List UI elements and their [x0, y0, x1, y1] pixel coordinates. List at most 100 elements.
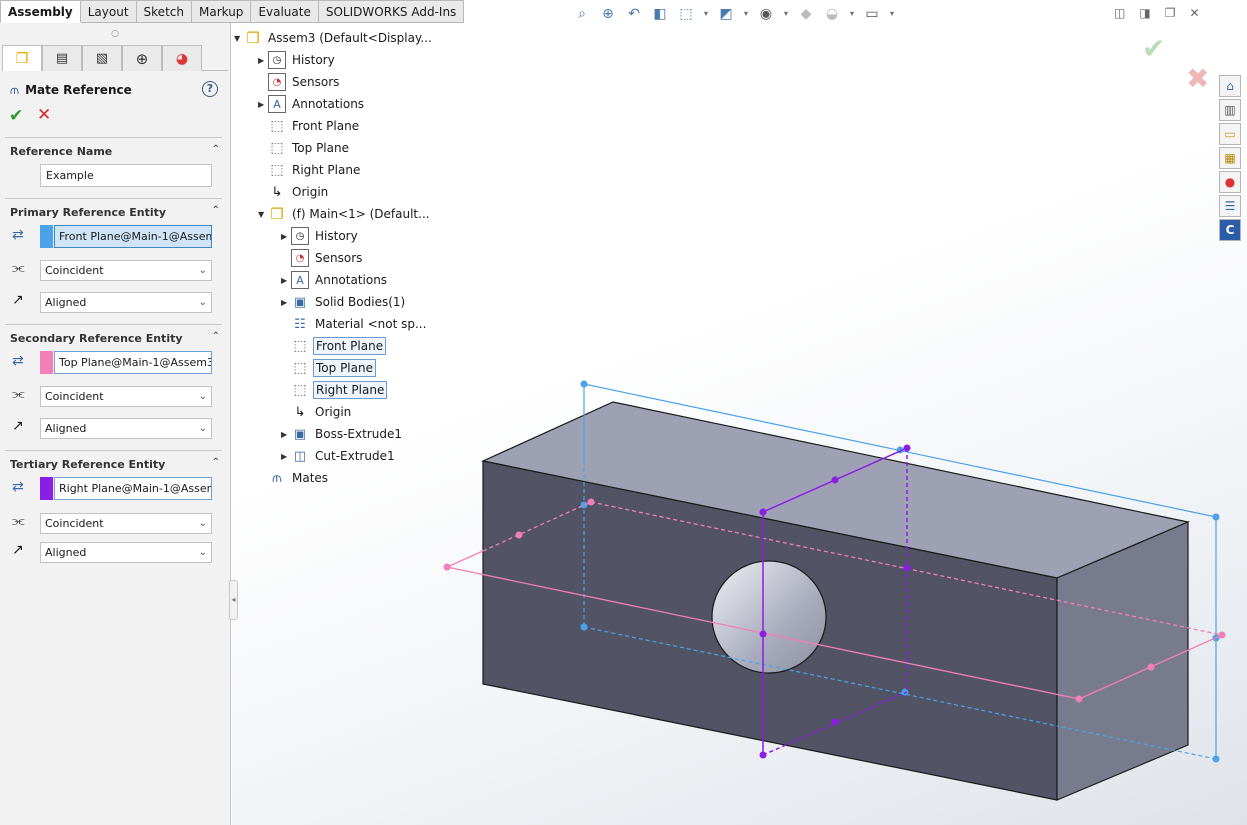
chevron-down-icon[interactable]: ▾ — [742, 4, 750, 24]
primary-mate-type-select[interactable]: Coincident ⌄ — [40, 260, 212, 281]
tree-item-mates[interactable]: ⫙ Mates — [268, 468, 330, 488]
mate-type-icon: ⫘ — [12, 386, 25, 402]
hide-show-icon[interactable]: ◉ — [756, 4, 776, 24]
chevron-down-icon[interactable]: ▾ — [702, 4, 710, 24]
design-library-icon[interactable]: ▥ — [1219, 99, 1241, 121]
previous-view-icon[interactable]: ↶ — [624, 4, 644, 24]
display-style-icon[interactable]: ◩ — [716, 4, 736, 24]
tab-markup[interactable]: Markup — [191, 0, 252, 23]
secondary-reference-header[interactable]: Secondary Reference Entity ⌃ — [10, 331, 222, 345]
section-view-icon[interactable]: ◧ — [650, 4, 670, 24]
tree-item-cut-extrude[interactable]: ▶ ◫ Cut-Extrude1 — [281, 446, 397, 466]
tree-item-history[interactable]: ▶ ◷ History — [258, 50, 337, 70]
view-settings-icon[interactable]: ▭ — [862, 4, 882, 24]
confirm-cancel-icon[interactable]: ✖ — [1186, 62, 1209, 95]
chevron-down-icon[interactable]: ⌄ — [199, 514, 207, 533]
chevron-right-icon[interactable]: ▶ — [281, 232, 291, 241]
tab-assembly[interactable]: Assembly — [0, 0, 81, 23]
zoom-to-fit-icon[interactable]: ⌕ — [572, 4, 592, 24]
chevron-down-icon[interactable]: ⌄ — [199, 261, 207, 280]
tree-item-origin[interactable]: ↳ Origin — [291, 402, 353, 422]
secondary-entity-field[interactable]: Top Plane@Main-1@Assem3 — [54, 351, 212, 374]
tree-item-sensors[interactable]: ◔ Sensors — [291, 248, 364, 268]
appearances-icon[interactable]: ● — [1219, 171, 1241, 193]
chevron-down-icon[interactable]: ▾ — [782, 4, 790, 24]
chevron-down-icon[interactable]: ⌄ — [199, 543, 207, 562]
feature-manager-tab-icon[interactable]: ❒ — [2, 45, 42, 71]
reference-entity-icon: ⇄ — [12, 227, 24, 243]
display-manager-tab-icon[interactable]: ◕ — [162, 45, 202, 71]
primary-alignment-select[interactable]: Aligned ⌄ — [40, 292, 212, 313]
chevron-down-icon[interactable]: ▼ — [258, 210, 268, 219]
chevron-right-icon[interactable]: ▶ — [258, 56, 268, 65]
tab-layout[interactable]: Layout — [80, 0, 137, 23]
configuration-manager-tab-icon[interactable]: ▧ — [82, 45, 122, 71]
tree-root[interactable]: ▼ ❒ Assem3 (Default<Display... — [234, 28, 434, 48]
solidworks-c-icon[interactable]: C — [1219, 219, 1241, 241]
chevron-right-icon[interactable]: ▶ — [281, 452, 291, 461]
cancel-button[interactable]: ✕ — [37, 105, 51, 125]
dimxpert-manager-tab-icon[interactable]: ⊕ — [122, 45, 162, 71]
collapse-icon[interactable]: ⌃ — [212, 144, 220, 155]
restore-left-icon[interactable]: ◫ — [1114, 6, 1125, 20]
help-icon[interactable]: ? — [202, 81, 218, 97]
apply-scene-icon[interactable]: ◒ — [822, 4, 842, 24]
tertiary-reference-header[interactable]: Tertiary Reference Entity ⌃ — [10, 457, 222, 471]
primary-reference-header[interactable]: Primary Reference Entity ⌃ — [10, 205, 222, 219]
chevron-down-icon[interactable]: ▾ — [848, 4, 856, 24]
tree-item-sensors[interactable]: ◔ Sensors — [268, 72, 341, 92]
tree-item-annotations[interactable]: ▶ A Annotations — [281, 270, 389, 290]
panel-splitter-handle[interactable]: ◂ — [229, 580, 238, 620]
secondary-alignment-select[interactable]: Aligned ⌄ — [40, 418, 212, 439]
tree-component-main[interactable]: ▼ ❒ (f) Main<1> (Default... — [258, 204, 432, 224]
property-manager-tab-icon[interactable]: ▤ — [42, 45, 82, 71]
chevron-down-icon[interactable]: ⌄ — [199, 387, 207, 406]
chevron-right-icon[interactable]: ▶ — [258, 100, 268, 109]
collapse-icon[interactable]: ⌃ — [212, 331, 220, 342]
tree-item-top-plane[interactable]: ⬚ Top Plane — [291, 358, 376, 378]
chevron-down-icon[interactable]: ▾ — [888, 4, 896, 24]
chevron-down-icon[interactable]: ▼ — [234, 34, 244, 43]
view-orientation-icon[interactable]: ⬚ — [676, 4, 696, 24]
tertiary-entity-field[interactable]: Right Plane@Main-1@Assem — [54, 477, 212, 500]
secondary-mate-type-select[interactable]: Coincident ⌄ — [40, 386, 212, 407]
tree-item-solid-bodies[interactable]: ▶ ▣ Solid Bodies(1) — [281, 292, 407, 312]
tree-item-material[interactable]: ☷ Material <not sp... — [291, 314, 428, 334]
tree-item-annotations[interactable]: ▶ A Annotations — [258, 94, 366, 114]
view-palette-icon[interactable]: ▦ — [1219, 147, 1241, 169]
chevron-right-icon[interactable]: ▶ — [281, 430, 291, 439]
panel-grip[interactable]: ○ — [0, 23, 230, 45]
custom-properties-icon[interactable]: ☰ — [1219, 195, 1241, 217]
tree-item-front-plane[interactable]: ⬚ Front Plane — [268, 116, 361, 136]
chevron-down-icon[interactable]: ⌄ — [199, 419, 207, 438]
tertiary-alignment-select[interactable]: Aligned ⌄ — [40, 542, 212, 563]
home-icon[interactable]: ⌂ — [1219, 75, 1241, 97]
tab-sketch[interactable]: Sketch — [136, 0, 192, 23]
tab-solidworks-add-ins[interactable]: SOLIDWORKS Add-Ins — [318, 0, 465, 23]
ok-button[interactable]: ✔ — [9, 106, 23, 126]
reference-name-header[interactable]: Reference Name ⌃ — [10, 144, 222, 158]
collapse-icon[interactable]: ⌃ — [212, 205, 220, 216]
tree-item-front-plane[interactable]: ⬚ Front Plane — [291, 336, 387, 356]
edit-appearance-icon[interactable]: ◆ — [796, 4, 816, 24]
tertiary-mate-type-select[interactable]: Coincident ⌄ — [40, 513, 212, 534]
restore-icon[interactable]: ❐ — [1165, 6, 1176, 20]
tree-item-origin[interactable]: ↳ Origin — [268, 182, 330, 202]
chevron-right-icon[interactable]: ▶ — [281, 298, 291, 307]
restore-right-icon[interactable]: ◨ — [1139, 6, 1150, 20]
close-icon[interactable]: ✕ — [1189, 6, 1199, 20]
file-explorer-icon[interactable]: ▭ — [1219, 123, 1241, 145]
tree-item-right-plane[interactable]: ⬚ Right Plane — [268, 160, 362, 180]
confirm-ok-icon[interactable]: ✔ — [1142, 32, 1165, 65]
tree-item-history[interactable]: ▶ ◷ History — [281, 226, 360, 246]
tree-item-boss-extrude[interactable]: ▶ ▣ Boss-Extrude1 — [281, 424, 404, 444]
collapse-icon[interactable]: ⌃ — [212, 457, 220, 468]
reference-name-input[interactable]: Example — [40, 164, 212, 187]
primary-entity-field[interactable]: Front Plane@Main-1@Assem — [54, 225, 212, 248]
tree-item-top-plane[interactable]: ⬚ Top Plane — [268, 138, 351, 158]
chevron-down-icon[interactable]: ⌄ — [199, 293, 207, 312]
tree-item-right-plane[interactable]: ⬚ Right Plane — [291, 380, 388, 400]
tab-evaluate[interactable]: Evaluate — [251, 0, 319, 23]
chevron-right-icon[interactable]: ▶ — [281, 276, 291, 285]
zoom-area-icon[interactable]: ⊕ — [598, 4, 618, 24]
